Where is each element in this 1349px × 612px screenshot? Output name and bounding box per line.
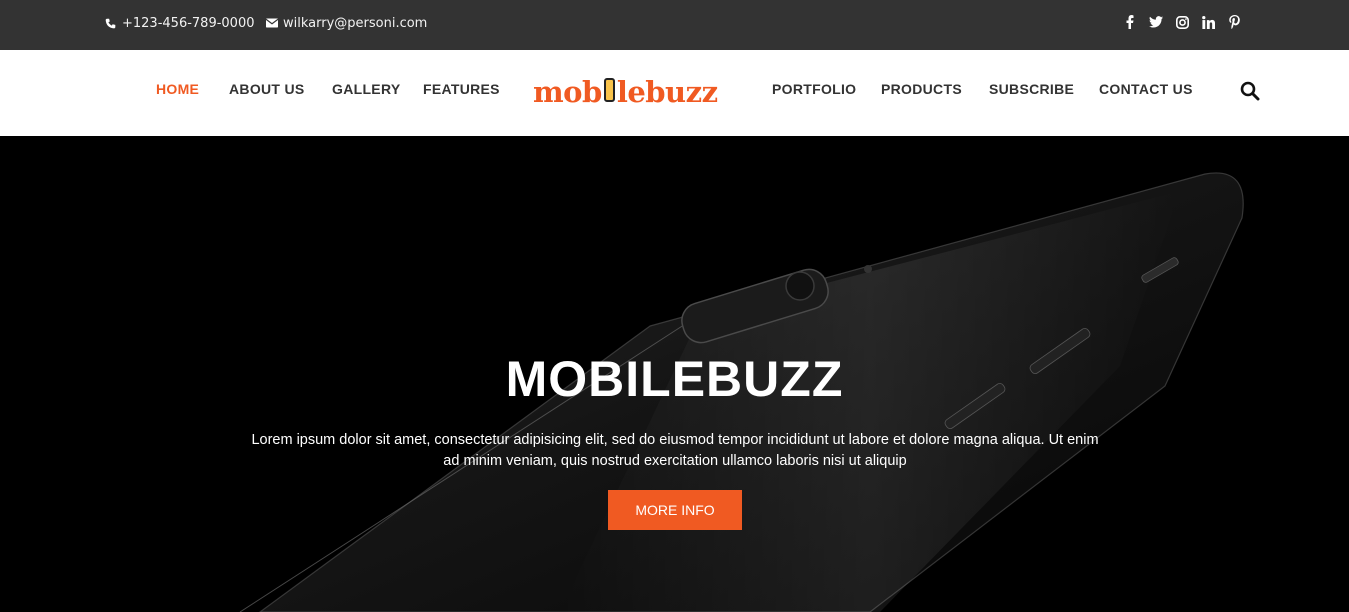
hero-description-line-1: Lorem ipsum dolor sit amet, consectetur …	[251, 432, 1099, 448]
nav-portfolio[interactable]: PORTFOLIO	[772, 81, 856, 97]
contact-phone[interactable]: +123-456-789-0000	[104, 0, 255, 46]
facebook-icon[interactable]	[1123, 14, 1137, 30]
hero-description-line-2: ad minim veniam, quis nostrud exercitati…	[443, 453, 907, 469]
site-logo[interactable]: mob lebuzz	[533, 72, 718, 112]
logo-phone-icon	[603, 78, 615, 102]
hero-description: Lorem ipsum dolor sit amet, consectetur …	[214, 430, 1136, 472]
nav-about-us[interactable]: ABOUT US	[229, 81, 305, 97]
linkedin-icon[interactable]	[1201, 14, 1215, 30]
logo-text-start: mob	[533, 75, 602, 109]
social-links	[1123, 14, 1241, 30]
phone-icon	[104, 17, 117, 30]
nav-gallery[interactable]: GALLERY	[332, 81, 400, 97]
email-address: wilkarry@personi.com	[283, 15, 428, 31]
nav-features[interactable]: FEATURES	[423, 81, 500, 97]
envelope-icon	[265, 17, 278, 30]
top-bar: +123-456-789-0000 wilkarry@personi.com	[0, 0, 1349, 50]
instagram-icon[interactable]	[1175, 14, 1189, 30]
twitter-icon[interactable]	[1149, 14, 1163, 30]
main-navbar: HOME ABOUT US GALLERY FEATURES mob lebuz…	[0, 50, 1349, 136]
pinterest-icon[interactable]	[1227, 14, 1241, 30]
nav-products[interactable]: PRODUCTS	[881, 81, 962, 97]
logo-text-end: lebuzz	[616, 75, 718, 109]
hero-title: MOBILEBUZZ	[505, 351, 844, 407]
nav-subscribe[interactable]: SUBSCRIBE	[989, 81, 1074, 97]
search-icon[interactable]	[1240, 81, 1262, 103]
hero-banner: MOBILEBUZZ Lorem ipsum dolor sit amet, c…	[0, 136, 1349, 612]
more-info-button[interactable]: MORE INFO	[608, 490, 742, 530]
nav-home[interactable]: HOME	[156, 81, 199, 97]
phone-number: +123-456-789-0000	[122, 15, 255, 31]
contact-email[interactable]: wilkarry@personi.com	[265, 0, 427, 46]
nav-contact-us[interactable]: CONTACT US	[1099, 81, 1193, 97]
